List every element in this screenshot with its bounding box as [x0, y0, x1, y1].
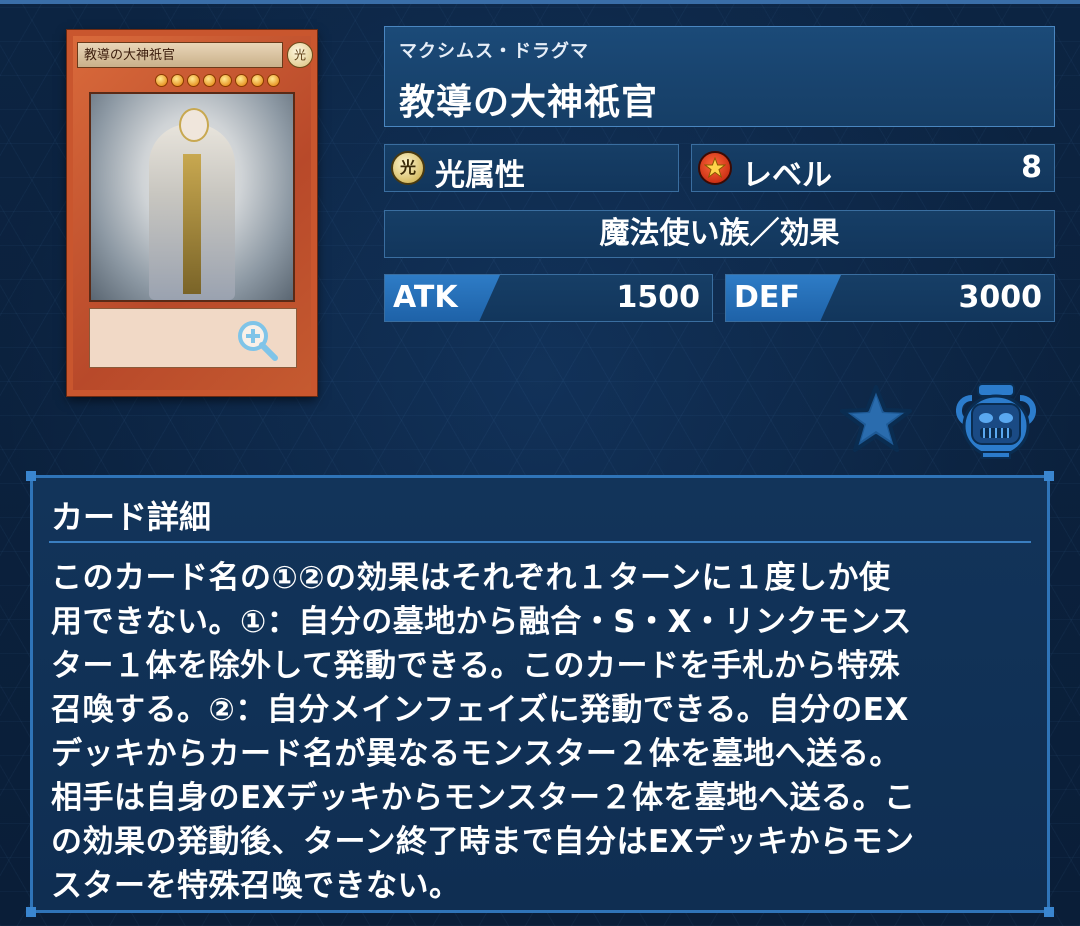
- artwork-trim: [183, 154, 201, 294]
- top-border: [0, 0, 1080, 4]
- corner-decoration: [26, 907, 36, 917]
- card-image[interactable]: 教導の大神祇官 光: [67, 30, 317, 396]
- star-icon[interactable]: [838, 384, 914, 454]
- atk-label: ATK: [393, 280, 458, 315]
- divider: [49, 541, 1031, 543]
- level-star-icon: [203, 74, 216, 87]
- def-panel: DEF 3000: [725, 274, 1055, 322]
- level-label: レベル: [742, 158, 832, 193]
- corner-decoration: [1044, 471, 1054, 481]
- level-star-icon: [251, 74, 264, 87]
- light-attribute-icon: 光: [391, 151, 425, 185]
- card-name: 教導の大神祇官: [399, 82, 659, 123]
- corner-decoration: [1044, 907, 1054, 917]
- card-name-panel: マクシムス・ドラグマ 教導の大神祇官: [384, 26, 1055, 127]
- attribute-panel: 光 光属性: [384, 144, 679, 193]
- card-effect-text: このカード名の①②の効果はそれぞれ１ターンに１度しか使 用できない。①：自分の墓…: [51, 560, 916, 904]
- monster-type-panel: 魔法使い族／効果: [384, 210, 1055, 258]
- card-detail-panel[interactable]: カード詳細 このカード名の①②の効果はそれぞれ１ターンに１度しか使 用できない。…: [30, 475, 1050, 913]
- attribute-label: 光属性: [435, 158, 525, 193]
- card-artwork: [89, 92, 295, 302]
- level-star-icon: [187, 74, 200, 87]
- card-name-reading: マクシムス・ドラグマ: [399, 41, 589, 62]
- atk-value: 1500: [616, 280, 701, 315]
- artwork-head: [179, 108, 209, 142]
- level-star-icon: [267, 74, 280, 87]
- pot-of-greed-icon[interactable]: [952, 380, 1040, 460]
- def-value: 3000: [958, 280, 1043, 315]
- def-label: DEF: [734, 280, 800, 315]
- card-detail-title: カード詳細: [51, 498, 212, 536]
- level-star-icon: [219, 74, 232, 87]
- card-level-stars: [155, 74, 280, 87]
- level-star-icon: [235, 74, 248, 87]
- level-panel: レベル 8: [691, 144, 1055, 193]
- level-star-icon: [171, 74, 184, 87]
- card-attribute-icon: 光: [287, 42, 313, 68]
- corner-decoration: [26, 471, 36, 481]
- card-image-name: 教導の大神祇官: [77, 42, 283, 68]
- zoom-in-icon[interactable]: [235, 318, 279, 362]
- level-star-icon: [155, 74, 168, 87]
- level-value: 8: [1021, 150, 1042, 185]
- level-star-icon: [698, 151, 732, 185]
- atk-panel: ATK 1500: [384, 274, 713, 322]
